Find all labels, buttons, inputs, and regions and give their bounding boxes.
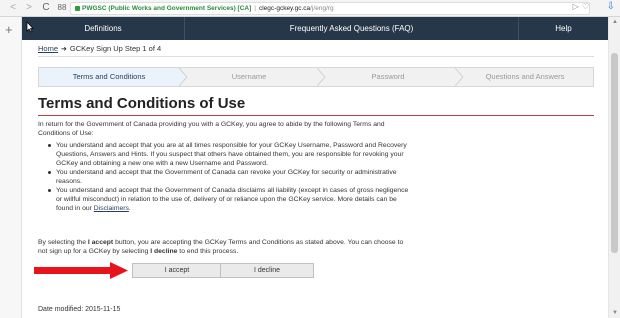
nav-definitions[interactable]: Definitions [22,17,185,40]
back-icon[interactable]: < [6,1,20,15]
apps-grid-icon[interactable]: 88 [55,1,69,15]
term-text-end: . [128,205,131,212]
scroll-thumb[interactable] [611,53,618,253]
instr-part: to end this process. [177,248,239,255]
url-path: /j/eng/rg [310,5,334,12]
instr-part: By selecting the [38,239,88,246]
page-title: Terms and Conditions of Use [38,95,246,112]
step-questions: Questions and Answers [485,72,565,81]
forward-icon[interactable]: > [22,1,36,15]
browser-sidebar: + [0,17,22,318]
terms-list: You understand and accept that you are a… [48,141,410,213]
list-item: You understand and accept that the Gover… [48,186,410,213]
annotation-arrow-icon [34,262,128,279]
scroll-down-icon[interactable]: ▼ [609,310,620,316]
breadcrumb-current: GCKey Sign Up Step 1 of 4 [69,44,162,53]
breadcrumb: Home ➜ GCKey Sign Up Step 1 of 4 [38,44,161,53]
arrow-right-icon: ➜ [61,46,67,53]
instr-decline-bold: I decline [150,248,178,255]
nav-help[interactable]: Help [519,17,608,40]
bullet-icon [48,171,51,174]
top-navigation: Definitions Frequently Asked Questions (… [22,17,608,40]
scroll-up-icon[interactable]: ▲ [609,19,620,25]
list-item: You understand and accept that you are a… [48,141,410,168]
step-password: Password [371,72,405,81]
url-separator: | [254,5,256,12]
list-item: You understand and accept that the Gover… [48,168,410,186]
step-username: Username [231,72,267,81]
intro-text: In return for the Government of Canada p… [38,121,385,137]
download-icon[interactable]: ⇩ [607,1,615,12]
title-divider [38,115,594,116]
decline-button[interactable]: I decline [220,263,314,278]
breadcrumb-divider [38,56,594,57]
browser-toolbar: < > C 88 PWGSC (Public Works and Governm… [0,0,620,17]
progress-steps: Terms and Conditions Username Password Q… [38,67,594,87]
disclaimers-link[interactable]: Disclaimers [94,205,129,212]
site-identity: PWGSC (Public Works and Government Servi… [82,5,252,12]
lock-icon [75,5,80,11]
accept-button[interactable]: I accept [132,263,222,278]
instr-accept-bold: I accept [87,239,114,246]
address-bar[interactable]: PWGSC (Public Works and Government Servi… [70,2,590,15]
breadcrumb-home-link[interactable]: Home [38,44,58,53]
plus-icon[interactable]: + [5,23,13,36]
step-chevron-icon [317,68,325,86]
mouse-cursor-icon [26,21,34,33]
accept-instructions: By selecting the I accept button, you ar… [38,238,408,256]
main-content: Terms and Conditions Username Password Q… [22,59,608,318]
url-host: clegc-gckey.gc.ca [258,5,311,12]
step-chevron-icon [455,68,463,86]
term-text: You understand and accept that you are a… [56,142,407,167]
step-terms: Terms and Conditions [39,68,179,86]
bullet-icon [48,144,51,147]
term-text: You understand and accept that the Gover… [56,169,397,185]
reload-icon[interactable]: C [39,1,53,15]
step-chevron-icon [179,68,187,86]
page: Definitions Frequently Asked Questions (… [22,17,608,318]
scrollbar[interactable]: ▲ ▼ [608,17,620,318]
share-heart-icons[interactable]: ▷♡ [573,2,592,11]
nav-faq[interactable]: Frequently Asked Questions (FAQ) [185,17,519,40]
date-modified: Date modified: 2015-11-15 [38,306,121,313]
bullet-icon [48,189,51,192]
